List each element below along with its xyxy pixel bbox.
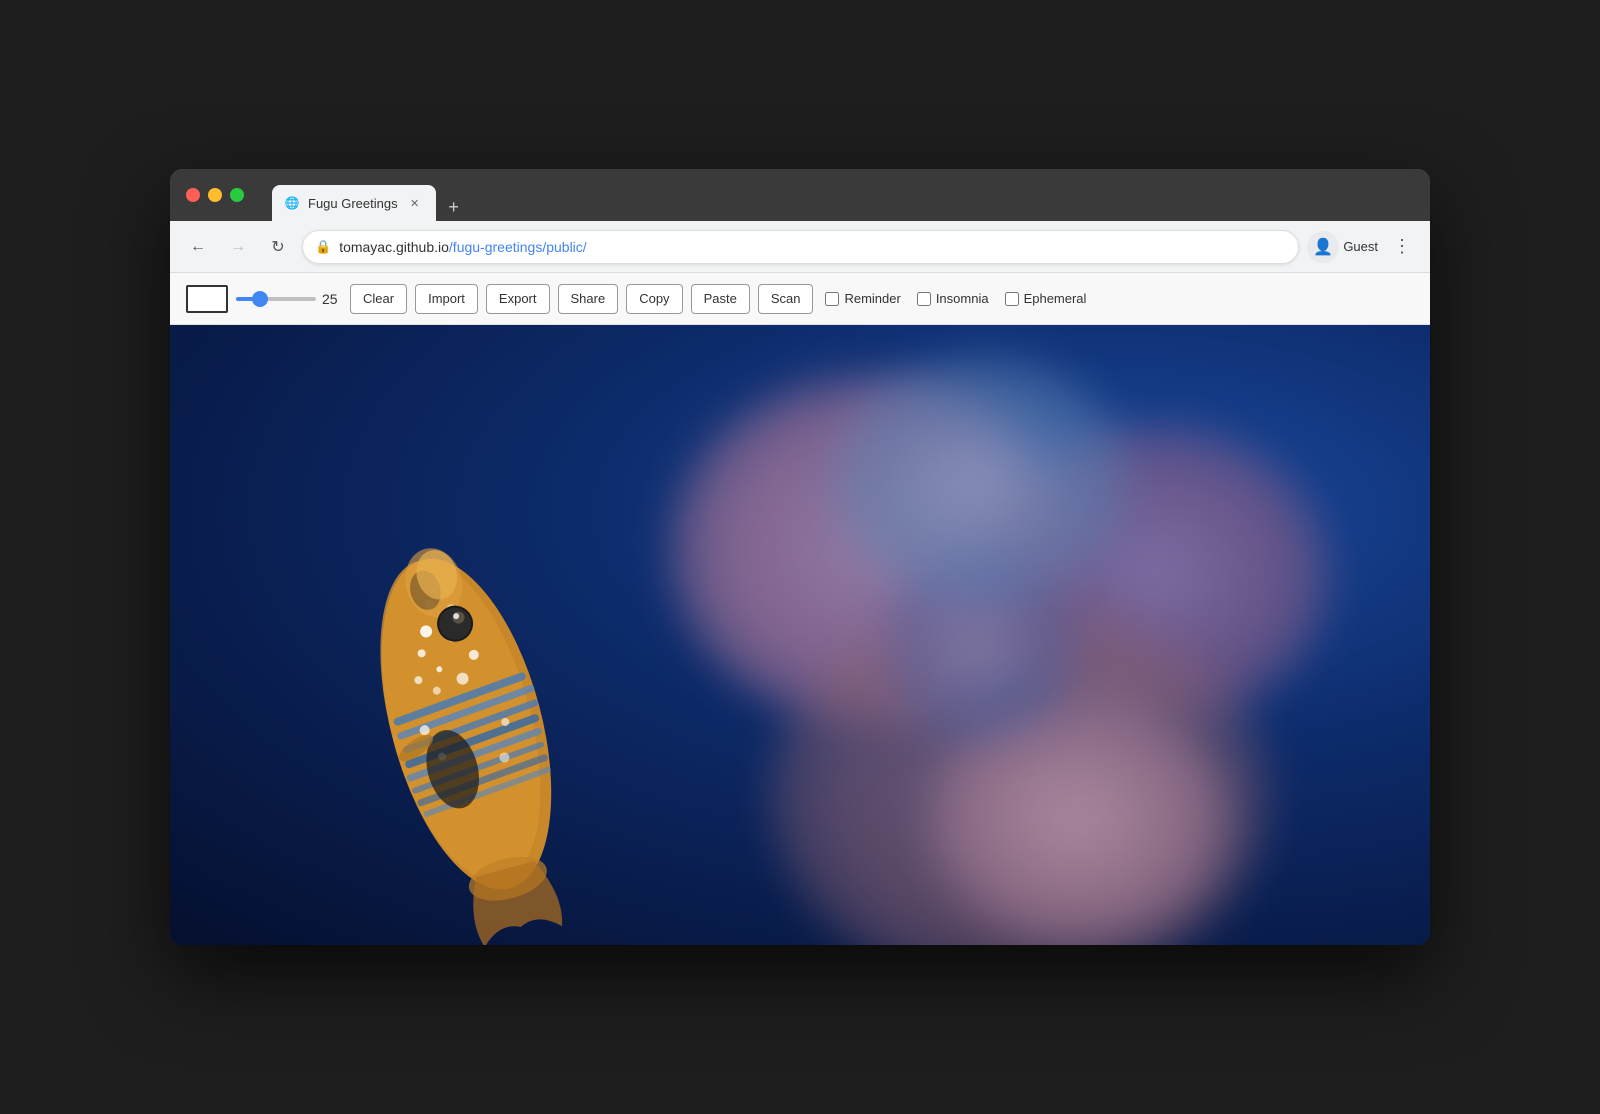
profile-label: Guest — [1343, 239, 1378, 254]
browser-tab[interactable]: 🌐 Fugu Greetings ✕ — [272, 185, 436, 221]
copy-button[interactable]: Copy — [626, 284, 682, 314]
maximize-window-button[interactable] — [230, 188, 244, 202]
scan-button[interactable]: Scan — [758, 284, 814, 314]
share-button[interactable]: Share — [558, 284, 619, 314]
url-base: tomayac.github.io — [339, 239, 449, 255]
reminder-checkbox[interactable] — [825, 292, 839, 306]
nav-bar: ← → ↻ 🔒 tomayac.github.io/fugu-greetings… — [170, 221, 1430, 273]
ephemeral-checkbox[interactable] — [1005, 292, 1019, 306]
color-swatch[interactable] — [186, 285, 228, 313]
slider-container: 25 — [236, 291, 342, 307]
reload-button[interactable]: ↻ — [262, 231, 294, 263]
browser-menu-button[interactable]: ⋮ — [1386, 231, 1418, 263]
brush-size-value: 25 — [322, 291, 342, 307]
profile-button[interactable]: 👤 — [1307, 231, 1339, 263]
minimize-window-button[interactable] — [208, 188, 222, 202]
profile-area: 👤 Guest — [1307, 231, 1378, 263]
app-toolbar: 25 Clear Import Export Share Copy Paste … — [170, 273, 1430, 325]
reminder-checkbox-label[interactable]: Reminder — [825, 291, 900, 306]
tab-close-button[interactable]: ✕ — [406, 194, 424, 212]
url-display: tomayac.github.io/fugu-greetings/public/ — [339, 239, 1286, 255]
fish-background — [170, 325, 1430, 945]
tab-title: Fugu Greetings — [308, 196, 398, 211]
import-button[interactable]: Import — [415, 284, 478, 314]
ephemeral-label: Ephemeral — [1024, 291, 1087, 306]
lock-icon: 🔒 — [315, 239, 331, 255]
tab-favicon-icon: 🌐 — [284, 195, 300, 211]
clear-button[interactable]: Clear — [350, 284, 407, 314]
ephemeral-checkbox-label[interactable]: Ephemeral — [1005, 291, 1087, 306]
canvas-area[interactable] — [170, 325, 1430, 945]
fish-image — [270, 425, 650, 945]
address-bar[interactable]: 🔒 tomayac.github.io/fugu-greetings/publi… — [302, 230, 1299, 264]
export-button[interactable]: Export — [486, 284, 550, 314]
forward-button[interactable]: → — [222, 231, 254, 263]
coral-bg-6 — [830, 355, 1130, 605]
back-button[interactable]: ← — [182, 231, 214, 263]
profile-icon: 👤 — [1313, 237, 1333, 257]
paste-button[interactable]: Paste — [691, 284, 750, 314]
tab-area: 🌐 Fugu Greetings ✕ + — [272, 169, 468, 221]
url-path: /fugu-greetings/public/ — [449, 239, 587, 255]
checkbox-group: Reminder Insomnia Ephemeral — [825, 291, 1086, 306]
insomnia-label: Insomnia — [936, 291, 989, 306]
new-tab-button[interactable]: + — [440, 193, 468, 221]
close-window-button[interactable] — [186, 188, 200, 202]
reminder-label: Reminder — [844, 291, 900, 306]
traffic-lights — [186, 188, 244, 202]
insomnia-checkbox[interactable] — [917, 292, 931, 306]
browser-window: 🌐 Fugu Greetings ✕ + ← → ↻ 🔒 tomayac.git… — [170, 169, 1430, 945]
brush-size-slider[interactable] — [236, 297, 316, 301]
title-bar: 🌐 Fugu Greetings ✕ + — [170, 169, 1430, 221]
insomnia-checkbox-label[interactable]: Insomnia — [917, 291, 989, 306]
